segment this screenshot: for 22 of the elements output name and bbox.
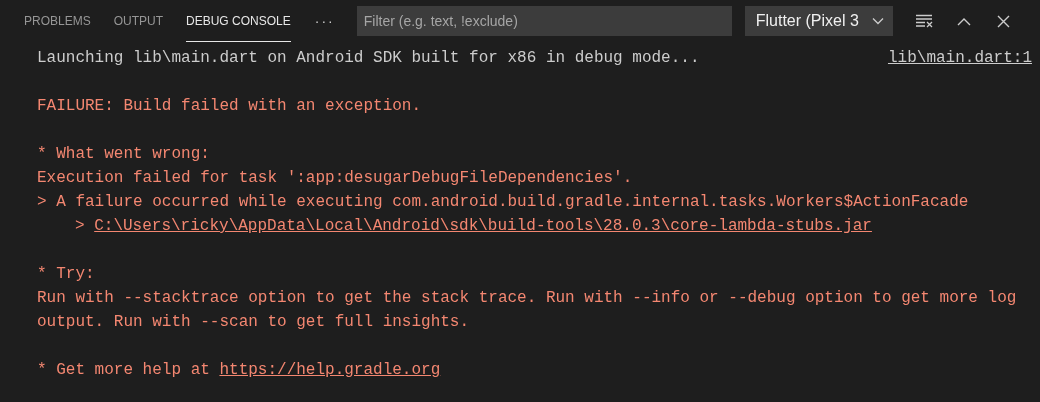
more-actions-button[interactable]: ··· [314,10,335,32]
link[interactable]: https://help.gradle.org [219,358,441,382]
panel-tab[interactable]: OUTPUT [113,0,164,42]
session-dropdown[interactable]: Flutter (Pixel 3 [744,6,893,36]
close-icon[interactable] [996,14,1010,28]
console-line: Execution failed for task ':app:desugarDebugFileDependencies'. [37,168,633,189]
source-link[interactable]: lib\main.dart:1 [887,46,1032,70]
console-line: * Get more help at [37,360,211,381]
console-line: * Try: [37,264,95,285]
console-line: Run with --stacktrace option to get the stack trace. Run with --info or --debug option to get more log output. Run with --scan to get full insights. [37,288,1018,333]
console-line: FAILURE: Build failed with an exception. [37,96,422,117]
chevron-down-icon [871,17,884,25]
panel-tab[interactable]: DEBUG CONSOLE [186,0,291,42]
chevron-up-icon[interactable] [956,16,971,26]
console-line: Launching lib\main.dart on Android SDK built for x86 in debug mode... [37,48,700,69]
link[interactable]: C:\Users\ricky\AppData\Local\Android\sdk\build-tools\28.0.3\core-lambda-stubs.jar [94,214,872,238]
panel-tab[interactable]: PROBLEMS [24,0,91,42]
console-line: > [75,216,86,237]
console-line: * What went wrong: [37,144,210,165]
clear-console-icon[interactable] [914,14,933,28]
console-line: > A failure occurred while executing com.android.build.gradle.internal.tasks.Workers$ActionFacade [37,192,969,213]
filter-field[interactable]: Filter (e.g. text, !exclude) [356,6,732,36]
